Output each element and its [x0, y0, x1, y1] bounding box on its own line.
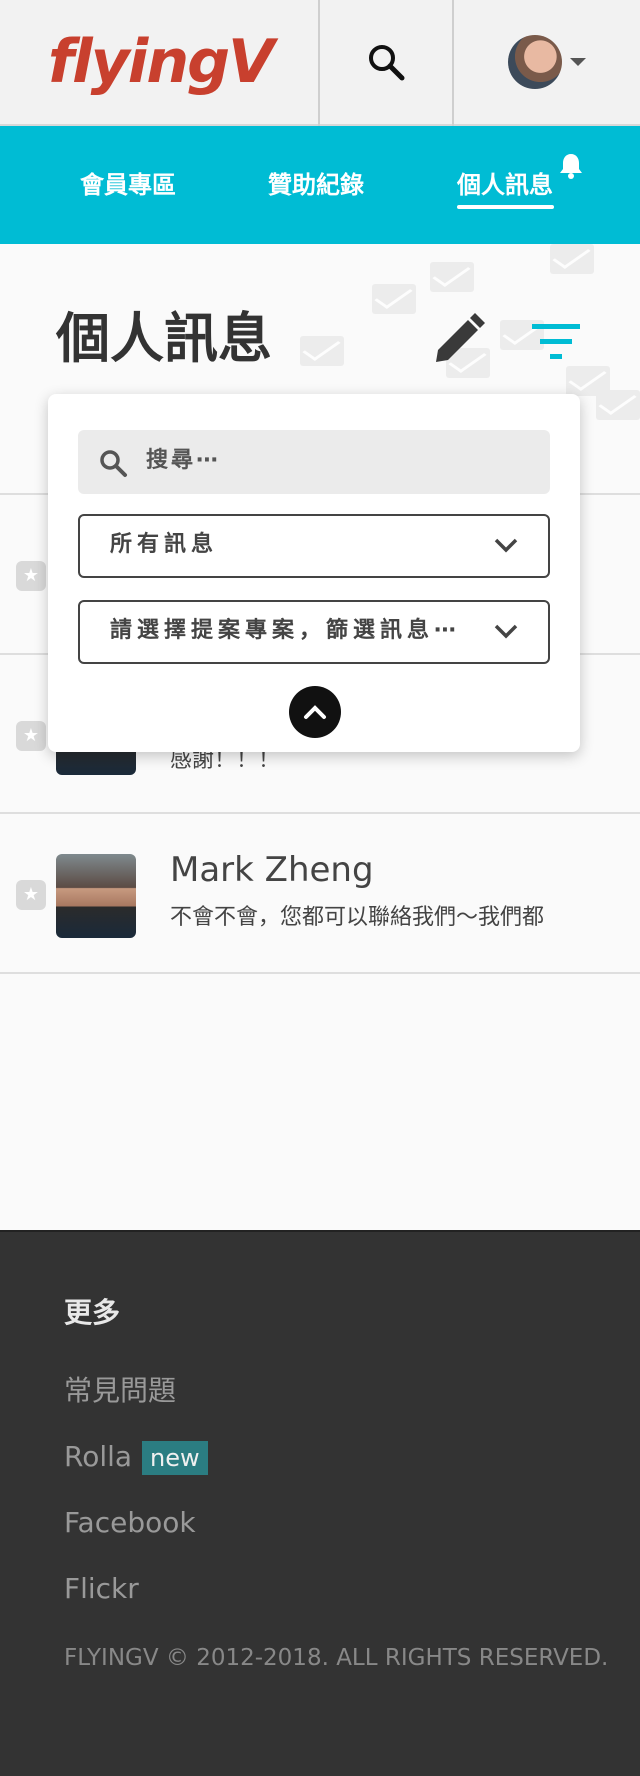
search-icon	[369, 45, 405, 81]
footer-link-faq[interactable]: 常見問題	[64, 1372, 176, 1410]
message-row[interactable]: ★ Mark Zheng 不會不會，您都可以聯絡我們～我們都	[0, 814, 640, 972]
message-type-select[interactable]: 所有訊息	[78, 514, 550, 578]
list-divider	[0, 972, 640, 974]
page-title: 個人訊息	[56, 307, 272, 370]
star-icon[interactable]: ★	[16, 561, 46, 591]
caret-down-icon	[570, 58, 586, 66]
filter-panel: 搜尋⋯ 所有訊息 請選擇提案專案，篩選訊息⋯	[48, 394, 580, 752]
search-button[interactable]	[320, 0, 452, 124]
envelope-decoration	[372, 284, 416, 314]
star-icon[interactable]: ★	[16, 721, 46, 751]
footer-link-rolla-label: Rolla	[64, 1440, 133, 1473]
message-preview: 不會不會，您都可以聯絡我們～我們都	[170, 905, 545, 930]
bell-icon[interactable]	[558, 152, 584, 180]
pencil-icon[interactable]	[432, 310, 486, 364]
envelope-decoration	[596, 390, 640, 420]
sender-avatar	[56, 854, 136, 938]
footer-title: 更多	[64, 1296, 121, 1329]
star-icon[interactable]: ★	[16, 880, 46, 910]
filter-icon[interactable]	[530, 322, 582, 362]
new-badge: new	[142, 1441, 208, 1475]
envelope-decoration	[550, 244, 594, 274]
tab-personal-messages[interactable]: 個人訊息	[457, 168, 553, 202]
user-avatar	[508, 35, 562, 89]
top-header: flyingV	[0, 0, 640, 126]
collapse-filter-button[interactable]	[289, 686, 341, 738]
copyright: FLYINGV © 2012-2018. ALL RIGHTS RESERVED…	[64, 1645, 609, 1671]
flyingv-logo[interactable]: flyingV	[48, 24, 274, 100]
envelope-decoration	[430, 262, 474, 292]
footer-link-flickr[interactable]: Flickr	[64, 1570, 139, 1608]
tab-member-area[interactable]: 會員專區	[80, 168, 176, 202]
site-footer: 更多 常見問題 Rolla new Facebook Flickr FLYINGV…	[0, 1230, 640, 1776]
project-select-value: 請選擇提案專案，篩選訊息⋯	[110, 618, 462, 643]
user-menu-button[interactable]	[454, 0, 640, 124]
search-icon	[100, 450, 127, 477]
chevron-up-icon	[304, 705, 326, 719]
active-tab-indicator	[457, 205, 554, 209]
footer-link-facebook[interactable]: Facebook	[64, 1504, 196, 1542]
search-input[interactable]: 搜尋⋯	[78, 430, 550, 494]
search-placeholder: 搜尋⋯	[146, 448, 222, 473]
chevron-down-icon	[494, 624, 518, 639]
tab-sponsor-records[interactable]: 贊助紀錄	[268, 168, 364, 202]
footer-link-rolla[interactable]: Rolla new	[64, 1438, 208, 1476]
message-type-value: 所有訊息	[110, 532, 219, 557]
chevron-down-icon	[494, 538, 518, 553]
sender-name: Mark Zheng	[170, 850, 374, 890]
envelope-decoration	[300, 336, 344, 366]
member-nav: 會員專區 贊助紀錄 個人訊息	[0, 126, 640, 244]
project-select[interactable]: 請選擇提案專案，篩選訊息⋯	[78, 600, 550, 664]
